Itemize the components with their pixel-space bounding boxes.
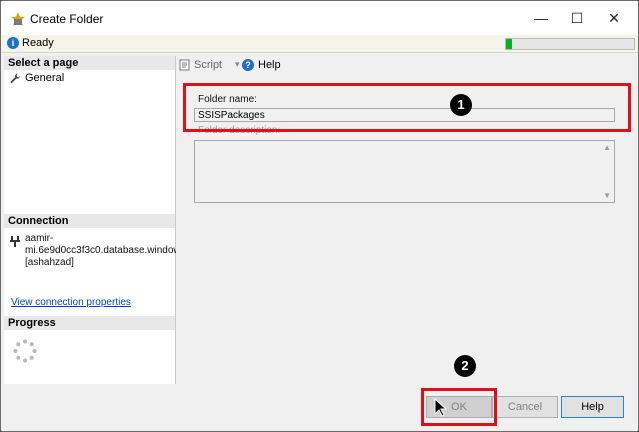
help-icon: ? — [242, 59, 254, 71]
status-text: Ready — [22, 37, 54, 49]
create-folder-dialog: Create Folder — ☐ ✕ i Ready Select a pag… — [0, 0, 639, 432]
window-title: Create Folder — [30, 12, 104, 26]
ok-button-highlight — [421, 388, 497, 426]
cancel-button[interactable]: Cancel — [492, 396, 558, 418]
connection-header: Connection — [4, 214, 175, 228]
status-progress-bar — [505, 38, 635, 50]
status-progress-fill — [506, 39, 513, 49]
help-toolbar-button[interactable]: ? Help — [242, 59, 281, 71]
script-label: Script — [194, 59, 223, 71]
progress-header: Progress — [4, 316, 175, 330]
select-page-header: Select a page — [4, 56, 175, 70]
info-icon: i — [7, 37, 19, 49]
page-item-label: General — [25, 72, 65, 84]
scroll-down-icon[interactable]: ▼ — [603, 191, 611, 200]
toolbar: Script ▾ ? Help — [176, 56, 636, 76]
help-label: Help — [258, 59, 281, 71]
script-dropdown-icon[interactable]: ▾ — [235, 59, 240, 70]
left-pane: Select a page General Connection aamir-m… — [4, 56, 203, 384]
minimize-icon: — — [534, 10, 548, 26]
title-bar: Create Folder — ☐ ✕ — [1, 1, 638, 35]
page-item-general[interactable]: General — [10, 72, 64, 84]
connection-server: aamir-mi.6e9d0cc3f3c0.database.windows.n… — [25, 233, 203, 268]
step-1-badge: 1 — [450, 94, 472, 116]
folder-app-icon — [11, 12, 25, 26]
maximize-icon: ☐ — [570, 9, 584, 26]
script-icon — [179, 59, 190, 71]
help-button[interactable]: Help — [561, 396, 624, 418]
spinner-icon — [13, 339, 37, 363]
close-icon: ✕ — [608, 9, 620, 26]
view-connection-properties-link[interactable]: View connection properties — [11, 297, 131, 308]
script-button[interactable]: Script — [179, 59, 222, 71]
connection-icon — [10, 236, 20, 247]
status-bar: i Ready — [1, 35, 638, 53]
step-2-badge: 2 — [454, 355, 476, 377]
wrench-icon — [10, 72, 21, 83]
folder-description-textarea[interactable]: ▲ ▼ — [194, 140, 615, 203]
folder-name-highlight — [183, 83, 631, 132]
scroll-up-icon[interactable]: ▲ — [603, 143, 611, 152]
dialog-button-row: OK Cancel Help — [1, 385, 638, 431]
close-button[interactable]: ✕ — [591, 1, 637, 35]
